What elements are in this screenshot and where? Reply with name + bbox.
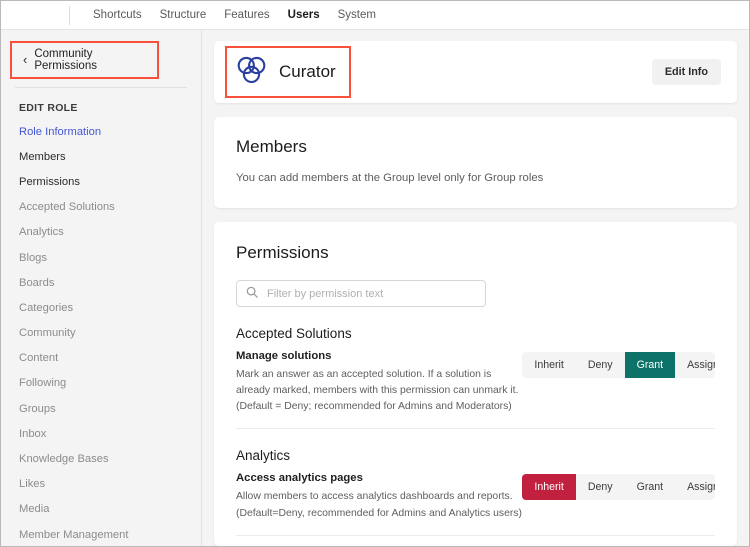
sidebar-item-boards[interactable]: Boards	[1, 270, 201, 295]
sidebar-item-content[interactable]: Content	[1, 346, 201, 371]
permission-option-assign[interactable]: Assign	[675, 352, 715, 378]
page-title: Curator	[279, 62, 336, 81]
sidebar-item-permissions[interactable]: Permissions	[1, 169, 201, 194]
sidebar: ‹ Community Permissions EDIT ROLE Role I…	[1, 30, 202, 546]
permission-divider	[236, 428, 715, 430]
permission-option-grant[interactable]: Grant	[625, 474, 676, 500]
permission-divider	[236, 534, 715, 536]
top-nav-item-shortcuts[interactable]: Shortcuts	[84, 9, 151, 21]
permission-text: Access analytics pages Allow members to a…	[236, 472, 522, 521]
permission-filter	[236, 280, 486, 307]
app-window: Shortcuts Structure Features Users System ‹ …	[0, 0, 750, 547]
permission-toggle-group: InheritDenyGrantAssign	[522, 352, 715, 378]
body-split: ‹ Community Permissions EDIT ROLE Role I…	[1, 30, 749, 546]
permission-row: Access analytics pages Allow members to a…	[236, 463, 715, 534]
permission-option-assign[interactable]: Assign	[675, 474, 715, 500]
sidebar-section-label: EDIT ROLE	[19, 102, 78, 114]
members-section-title: Members	[236, 137, 307, 156]
permission-option-grant[interactable]: Grant	[624, 352, 676, 378]
sidebar-item-inbox[interactable]: Inbox	[1, 421, 201, 446]
sidebar-item-blogs[interactable]: Blogs	[1, 245, 201, 270]
permission-option-inherit[interactable]: Inherit	[522, 352, 575, 378]
back-link-label: Community Permissions	[34, 48, 97, 72]
sidebar-nav-list: Role Information Members Permissions Accept…	[1, 114, 201, 546]
trefoil-circles-icon	[236, 55, 267, 89]
permission-name: Access analytics pages	[236, 472, 363, 485]
sidebar-item-categories[interactable]: Categories	[1, 295, 201, 320]
sidebar-item-analytics[interactable]: Analytics	[1, 220, 201, 245]
permissions-card: Permissions Accepted Solutions Manage sol…	[214, 222, 737, 546]
permission-option-inherit[interactable]: Inherit	[522, 474, 576, 501]
edit-info-button[interactable]: Edit Info	[651, 59, 721, 85]
members-card: Members You can add members at the Group…	[214, 117, 737, 208]
sidebar-item-member-management[interactable]: Member Management	[1, 522, 201, 546]
nav-divider	[69, 5, 70, 25]
members-description: You can add members at the Group level o…	[236, 172, 544, 184]
sidebar-item-accepted-solutions[interactable]: Accepted Solutions	[1, 195, 201, 220]
permission-name: Manage solutions	[236, 350, 332, 362]
sidebar-item-members[interactable]: Members	[1, 144, 201, 169]
permission-group-title-accepted-solutions: Accepted Solutions	[236, 326, 352, 341]
permission-description: Allow members to access analytics dashbo…	[236, 491, 522, 519]
permission-groups: Accepted Solutions Manage solutions Mark a…	[236, 326, 715, 536]
permission-option-deny[interactable]: Deny	[576, 474, 625, 500]
permission-description: Mark an answer as an accepted solution. …	[236, 369, 519, 413]
permission-option-deny[interactable]: Deny	[576, 352, 625, 378]
sidebar-item-role-information[interactable]: Role Information	[1, 119, 201, 144]
top-nav-item-users[interactable]: Users	[279, 9, 329, 21]
top-nav-items: Shortcuts Structure Features Users System	[84, 9, 385, 21]
sidebar-item-media[interactable]: Media	[1, 497, 201, 522]
permissions-section-title: Permissions	[236, 243, 329, 262]
permission-row: Manage solutions Mark an answer as an acc…	[236, 341, 715, 428]
role-header-card: Curator Edit Info	[214, 41, 737, 103]
top-nav-item-features[interactable]: Features	[215, 9, 278, 21]
sidebar-item-groups[interactable]: Groups	[1, 396, 201, 421]
sidebar-item-knowledge-bases[interactable]: Knowledge Bases	[1, 446, 201, 471]
top-nav-item-structure[interactable]: Structure	[151, 9, 216, 21]
sidebar-item-likes[interactable]: Likes	[1, 472, 201, 497]
top-navigation-bar: Shortcuts Structure Features Users System	[1, 1, 749, 30]
sidebar-item-community[interactable]: Community	[1, 321, 201, 346]
role-identity: Curator	[225, 46, 351, 98]
permission-text: Manage solutions Mark an answer as an acc…	[236, 350, 522, 415]
back-to-community-permissions-link[interactable]: ‹ Community Permissions	[10, 41, 159, 79]
top-nav-item-system[interactable]: System	[329, 9, 385, 21]
permission-group-title-analytics: Analytics	[236, 448, 291, 464]
permission-toggle-group: InheritDenyGrantAssign	[522, 474, 715, 501]
permission-filter-input[interactable]	[236, 280, 486, 307]
sidebar-item-following[interactable]: Following	[1, 371, 201, 396]
chevron-left-icon: ‹	[23, 51, 28, 67]
main-content: Curator Edit Info Members You can add me…	[202, 30, 749, 546]
